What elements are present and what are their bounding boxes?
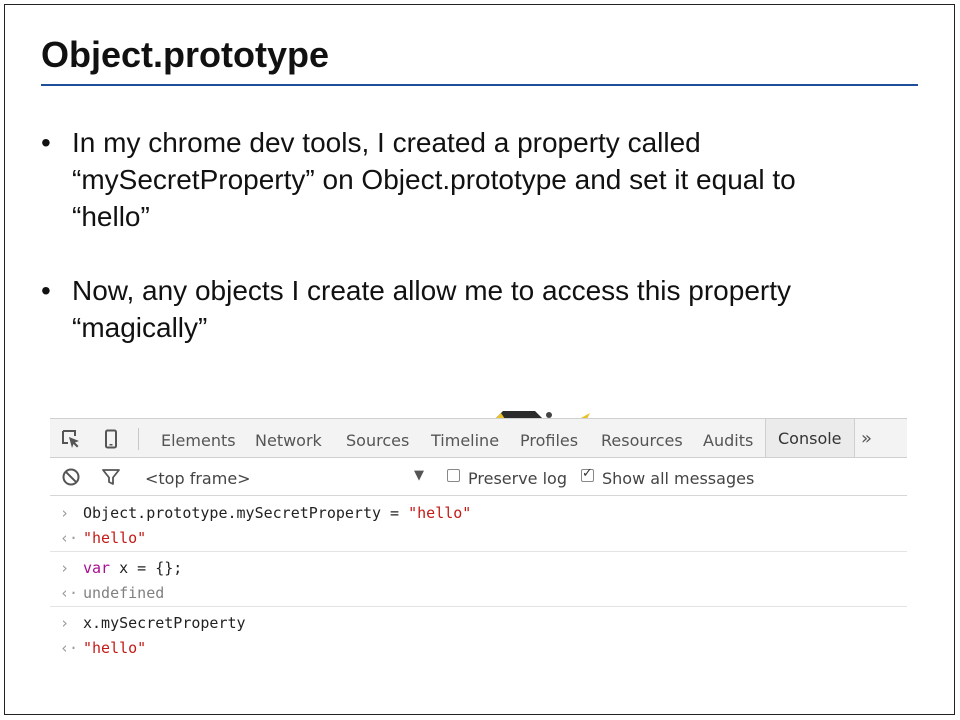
bullet-item: • In my chrome dev tools, I created a pr… xyxy=(41,124,921,235)
code-text: x.mySecretProperty xyxy=(83,614,246,632)
frame-dropdown-arrow-icon[interactable]: ▼ xyxy=(414,468,424,483)
keyword: var xyxy=(83,559,111,577)
tab-timeline[interactable]: Timeline xyxy=(431,431,499,450)
bullet-line: Now, any objects I create allow me to ac… xyxy=(72,275,791,306)
tab-sources[interactable]: Sources xyxy=(346,431,409,450)
console-filter-bar: <top frame> ▼ Preserve log Show all mess… xyxy=(50,458,907,496)
string-literal: "hello" xyxy=(408,504,472,522)
tab-resources[interactable]: Resources xyxy=(601,431,683,450)
bullet-marker: • xyxy=(41,275,51,306)
tab-elements[interactable]: Elements xyxy=(161,431,236,450)
result-value: "hello" xyxy=(83,529,147,547)
result-value: undefined xyxy=(83,584,165,602)
frame-selector[interactable]: <top frame> xyxy=(145,469,251,488)
result-arrow-icon: ‹· xyxy=(60,639,79,657)
toolbar-divider xyxy=(138,428,139,450)
prompt-chevron-icon: › xyxy=(60,614,70,632)
result-arrow-icon: ‹· xyxy=(60,584,79,602)
console-result-line: ‹· "hello" xyxy=(60,638,146,658)
bullet-item: • Now, any objects I create allow me to … xyxy=(41,272,921,346)
console-result-line: ‹· undefined xyxy=(60,583,164,603)
result-value: "hello" xyxy=(83,639,147,657)
tab-audits[interactable]: Audits xyxy=(703,431,753,450)
bullet-list: • In my chrome dev tools, I created a pr… xyxy=(41,124,921,383)
console-entry: › x.mySecretProperty ‹· "hello" xyxy=(50,607,907,661)
filter-icon[interactable] xyxy=(101,467,121,487)
devtools-tab-bar: Elements Network Sources Timeline Profil… xyxy=(50,418,907,458)
console-entry: › var x = {}; ‹· undefined xyxy=(50,552,907,607)
show-all-messages-label: Show all messages xyxy=(602,469,755,488)
show-all-messages-checkbox[interactable] xyxy=(581,466,594,482)
more-tabs-button[interactable]: » xyxy=(861,428,872,449)
bullet-marker: • xyxy=(41,127,51,158)
code-text: Object.prototype.mySecretProperty = xyxy=(83,504,409,522)
bullet-line: “mySecretProperty” on Object.prototype a… xyxy=(72,164,796,195)
tab-console[interactable]: Console xyxy=(765,419,855,457)
console-result-line: ‹· "hello" xyxy=(60,528,146,548)
clear-console-icon[interactable] xyxy=(61,467,81,487)
code-text: x = {}; xyxy=(110,559,183,577)
tab-profiles[interactable]: Profiles xyxy=(520,431,578,450)
device-mode-icon[interactable] xyxy=(101,429,121,449)
prompt-chevron-icon: › xyxy=(60,559,70,577)
console-output: › Object.prototype.mySecretProperty = "he… xyxy=(50,497,907,661)
preserve-log-checkbox[interactable] xyxy=(447,469,460,482)
prompt-chevron-icon: › xyxy=(60,504,70,522)
console-input-line[interactable]: › var x = {}; xyxy=(60,558,182,578)
console-input-line[interactable]: › x.mySecretProperty xyxy=(60,613,246,633)
bullet-line: “hello” xyxy=(72,201,150,232)
slide-title: Object.prototype xyxy=(41,34,330,75)
tab-network[interactable]: Network xyxy=(255,431,322,450)
bullet-line: In my chrome dev tools, I created a prop… xyxy=(72,127,701,158)
preserve-log-label: Preserve log xyxy=(468,469,567,488)
inspect-element-icon[interactable] xyxy=(61,429,81,449)
console-entry: › Object.prototype.mySecretProperty = "he… xyxy=(50,497,907,552)
chrome-devtools-panel: Elements Network Sources Timeline Profil… xyxy=(50,418,907,670)
console-input-line[interactable]: › Object.prototype.mySecretProperty = "he… xyxy=(60,503,471,523)
result-arrow-icon: ‹· xyxy=(60,529,79,547)
bullet-line: “magically” xyxy=(72,312,208,343)
title-underline xyxy=(41,84,918,86)
